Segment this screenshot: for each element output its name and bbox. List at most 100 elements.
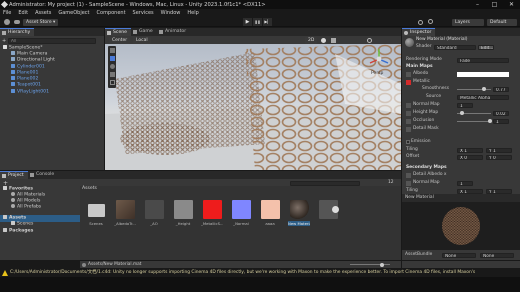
layers-dropdown[interactable]: Layers [452,18,484,26]
sec-normal-map-value[interactable]: 1 [457,180,473,186]
sec-normal-slot[interactable] [406,180,411,186]
albedo-texture-slot[interactable] [406,71,411,77]
pause-button[interactable]: ❚❚ [253,18,262,26]
menu-file[interactable]: File [3,9,11,17]
close-button[interactable]: ✕ [503,0,520,9]
audio-icon[interactable] [331,37,336,43]
hierarchy-search-input[interactable]: All [8,38,96,44]
tab-game[interactable]: Game [131,28,157,36]
model-thumbnail[interactable] [319,200,339,219]
smoothness-slider-handle[interactable] [482,87,486,91]
detail-albedo-slot[interactable] [406,172,411,178]
occlusion-slider-handle[interactable] [488,119,492,123]
hierarchy-item[interactable]: Teapot001 [11,82,41,89]
play-overlay-icon[interactable] [332,206,339,213]
asset-thumbnail[interactable] [232,200,251,219]
folder-item[interactable]: Scenes [11,221,33,228]
scene-viewport[interactable]: Persp [105,44,401,170]
status-message[interactable]: C:/Users/Administrator/Documents/文档/1.c4… [10,268,500,277]
zoom-slider-handle[interactable] [380,262,384,267]
play-button[interactable]: ▶ [243,18,252,26]
tab-inspector-label: Inspector [410,30,432,35]
height-texture-slot[interactable] [406,110,411,116]
asset-thumbnail[interactable] [261,200,280,219]
gizmos-icon[interactable] [367,37,372,43]
offset-y-field[interactable]: Y 0 [486,154,512,160]
source-dropdown[interactable]: Metallic Alpha [457,94,509,100]
detail-mask-slot[interactable] [406,126,411,132]
zoom-slider[interactable] [350,264,390,265]
2d-toggle[interactable]: 2D [305,36,318,44]
tiling-x-field[interactable]: X 1 [457,147,483,153]
maximize-button[interactable]: □ [486,0,503,9]
shader-dropdown[interactable]: Standard [434,44,476,50]
tiling-label: Tiling [406,147,418,152]
menu-help[interactable]: Help [187,9,198,17]
albedo-color-swatch[interactable] [457,71,509,77]
material-thumbnail[interactable] [290,200,309,219]
tab-inspector[interactable]: Inspector [402,28,436,36]
hand-tool-icon[interactable] [109,47,115,53]
search-icon [11,198,15,202]
pivot-dropdown[interactable]: Center [109,36,131,44]
tab-project[interactable]: Project [0,171,28,179]
shader-edit-button[interactable]: Edit... [478,44,494,50]
space-dropdown[interactable]: Local [133,36,151,44]
menu-gameobject[interactable]: GameObject [58,9,89,17]
search-icon[interactable] [428,19,433,24]
hierarchy-item-label: Main Camera [17,51,48,57]
rect-tool-icon[interactable] [109,79,115,85]
menu-edit[interactable]: Edit [18,9,28,17]
status-bar: C:/Users/Administrator/Documents/文档/1.c4… [0,268,520,277]
material-preview[interactable] [402,202,520,250]
height-value[interactable]: 0.02 [493,110,509,116]
emission-checkbox[interactable] [406,139,410,144]
assetbundle-dropdown[interactable]: None [442,252,476,258]
offset-x-field[interactable]: X 0 [457,154,483,160]
rotate-tool-icon[interactable] [109,63,115,69]
tiling-y-field[interactable]: Y 1 [486,147,512,153]
asset-thumbnail[interactable] [145,200,164,219]
layout-dropdown[interactable]: Default [487,18,517,26]
scene-gizmo[interactable] [367,48,391,70]
hierarchy-item[interactable]: Directional Light [11,57,55,64]
tab-console[interactable]: Console [28,171,58,179]
normal-texture-slot[interactable] [406,102,411,108]
history-icon[interactable] [418,19,423,25]
assetbundle-variant-dropdown[interactable]: None [480,252,514,258]
favorite-item[interactable]: All Prefabs [11,204,41,211]
menu-services[interactable]: Services [133,9,154,17]
folder-thumbnail[interactable] [87,200,106,219]
menu-window[interactable]: Window [161,9,181,17]
occlusion-slider[interactable] [457,121,491,122]
asset-store-button[interactable]: Asset Store ▾ [23,18,59,26]
packages-folder[interactable]: Packages [3,228,33,235]
occlusion-texture-slot[interactable] [406,118,411,124]
smoothness-value[interactable]: 0.77 [493,86,509,92]
metallic-texture-slot[interactable] [406,79,411,85]
occlusion-value[interactable]: 1 [493,118,509,124]
persp-label[interactable]: Persp [371,71,383,76]
move-tool-icon[interactable] [109,55,115,61]
asset-thumbnail[interactable] [203,200,222,219]
account-icon[interactable] [4,19,10,25]
tab-scene[interactable]: Scene [105,28,132,36]
lighting-icon[interactable] [321,37,326,43]
menu-assets[interactable]: Assets [35,9,51,17]
unity-logo-icon [0,0,9,8]
project-breadcrumb[interactable]: Assets [82,186,97,192]
hierarchy-item[interactable]: VRayLight001 [11,89,49,96]
asset-thumbnail[interactable] [174,200,193,219]
tab-animator[interactable]: Animator [157,28,190,36]
scale-tool-icon[interactable] [109,71,115,77]
cloud-icon[interactable] [14,20,20,24]
project-footer-bar: Assets/New Material.mat [80,261,401,268]
height-slider-handle[interactable] [460,111,464,115]
tab-hierarchy[interactable]: Hierarchy [0,28,35,36]
rendering-mode-dropdown[interactable]: Fade [457,57,509,63]
menu-component[interactable]: Component [97,9,126,17]
normal-map-value[interactable]: 1 [457,102,473,108]
step-button[interactable]: ▶▏ [263,18,272,26]
minimize-button[interactable]: – [469,0,486,9]
asset-thumbnail[interactable] [116,200,135,219]
